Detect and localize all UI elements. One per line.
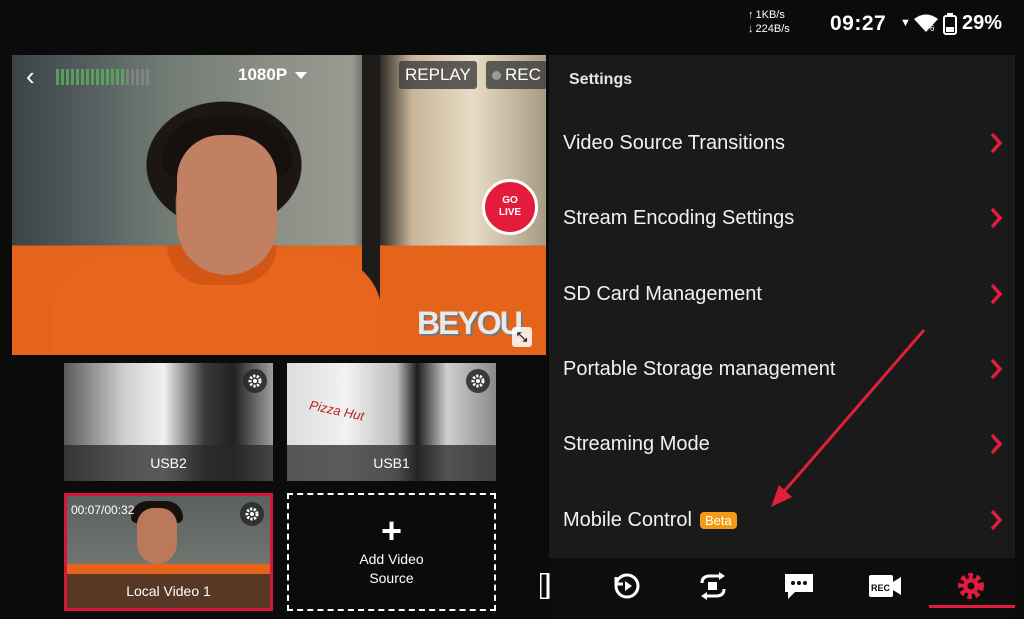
signal-icon: ▼ (900, 17, 911, 29)
back-arrow-icon[interactable]: ‹ (26, 63, 35, 89)
gear-icon[interactable] (240, 502, 264, 526)
svg-text:REC: REC (871, 583, 891, 593)
download-speed: 224B/s (755, 23, 790, 35)
replay-button[interactable]: REPLAY (399, 61, 477, 89)
annotation-arrow (771, 329, 926, 507)
go-live-button[interactable]: GO LIVE (482, 179, 538, 235)
clock: 09:27 (830, 12, 887, 35)
rec-button[interactable]: REC (486, 61, 546, 89)
audio-level-meter (56, 67, 149, 85)
rec-label: REC (505, 65, 541, 84)
source-thumbnail-local-video[interactable]: 00:07/00:32 Local Video 1 (64, 493, 273, 611)
resolution-dropdown[interactable]: 1080P (238, 65, 308, 85)
gear-icon[interactable] (243, 369, 267, 393)
add-video-source-button[interactable]: + Add Video Source (287, 493, 496, 611)
switch-camera-icon[interactable] (695, 568, 731, 604)
status-bar: ↑ 1KB/s ↓ 224B/s 09:27 ▼ 6 29% (0, 0, 1024, 50)
watermark: BEYOU (417, 305, 523, 341)
sd-card-icon[interactable] (535, 568, 555, 604)
active-tab-indicator (929, 605, 1015, 608)
live-preview[interactable]: BEYOU ‹ 1080P REPLAY REC GO LIVE ⤡ (12, 55, 546, 355)
settings-panel: Settings Video Source Transitions Stream… (549, 55, 1015, 558)
chevron-down-icon (295, 71, 308, 79)
upload-arrow-icon: ↑ (748, 9, 754, 21)
bottom-toolbar: REC (540, 558, 1015, 619)
svg-text:6: 6 (930, 24, 935, 33)
chat-icon[interactable] (781, 568, 817, 604)
go-live-line1: GO (502, 195, 518, 206)
source-label: USB1 (287, 445, 496, 481)
network-speed: ↑ 1KB/s ↓ 224B/s (748, 8, 790, 36)
source-thumbnail-usb2[interactable]: USB2 (64, 363, 273, 481)
rec-icon[interactable]: REC (867, 568, 903, 604)
gear-icon[interactable] (466, 369, 490, 393)
add-source-line2: Source (369, 570, 414, 586)
fullscreen-expand-icon[interactable]: ⤡ (512, 327, 532, 347)
record-dot-icon (492, 70, 501, 80)
add-source-line1: Add Video (359, 551, 424, 567)
resolution-label: 1080P (238, 65, 288, 84)
plus-icon: + (380, 510, 403, 551)
replay-icon[interactable] (609, 568, 645, 604)
preview-video-frame: BEYOU (12, 55, 546, 355)
source-thumbnail-usb1[interactable]: Pizza Hut USB1 (287, 363, 496, 481)
battery-icon (943, 13, 957, 40)
upload-speed: 1KB/s (755, 9, 785, 21)
battery-percent: 29% (962, 12, 1003, 34)
wifi-icon: 6 (913, 13, 939, 38)
go-live-line2: LIVE (498, 207, 522, 218)
source-label: Local Video 1 (67, 574, 270, 608)
source-label: USB2 (64, 445, 273, 481)
download-arrow-icon: ↓ (748, 23, 754, 35)
video-time: 00:07/00:32 (71, 503, 135, 517)
settings-gear-icon[interactable] (953, 568, 989, 604)
